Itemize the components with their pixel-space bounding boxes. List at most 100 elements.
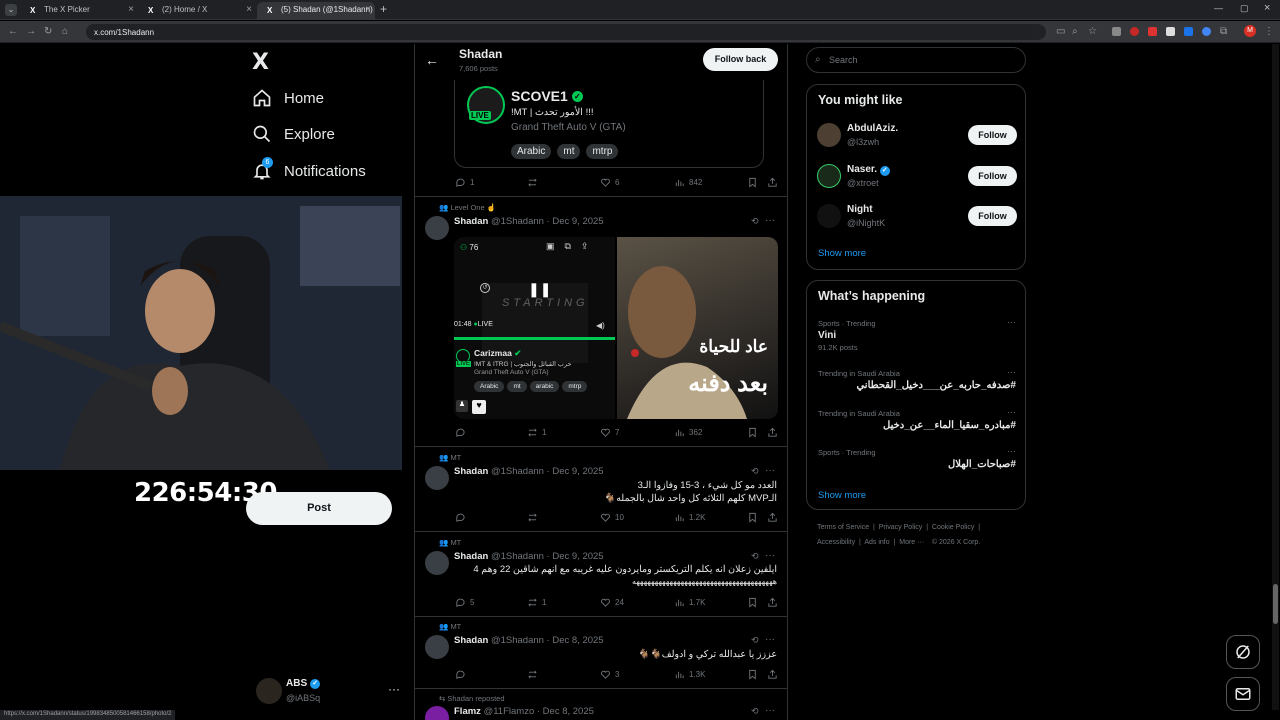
close-icon[interactable]: × — [246, 4, 252, 15]
like-button[interactable]: 6 — [600, 177, 619, 188]
follow-button[interactable]: Follow — [968, 166, 1017, 186]
more-icon[interactable]: ··· — [765, 465, 775, 476]
scrollbar-thumb[interactable] — [1273, 584, 1278, 624]
grok-icon[interactable]: ⟲ — [751, 635, 759, 646]
extension-icon[interactable] — [1148, 27, 1157, 36]
repost-button[interactable]: 1 — [527, 597, 546, 608]
reply-button[interactable] — [455, 427, 470, 438]
repost-button[interactable] — [527, 512, 542, 523]
messages-button[interactable] — [1226, 677, 1260, 711]
follow-button[interactable]: Follow — [968, 206, 1017, 226]
more-icon[interactable]: ··· — [1007, 317, 1016, 327]
bookmark-button[interactable] — [747, 177, 758, 188]
close-icon[interactable]: × — [365, 4, 371, 15]
avatar[interactable] — [425, 551, 449, 575]
extension-icon[interactable] — [1130, 27, 1139, 36]
views-button[interactable]: 1.3K — [674, 669, 705, 680]
nav-item-explore[interactable]: Explore — [252, 119, 335, 149]
new-tab-icon[interactable]: + — [380, 2, 387, 16]
extensions-puzzle-icon[interactable]: ⧉ — [1220, 26, 1227, 37]
tag-chip[interactable]: mt — [557, 144, 581, 159]
footer-link[interactable]: Cookie Policy — [932, 524, 974, 531]
avatar[interactable] — [425, 466, 449, 490]
home-icon[interactable]: ⌂ — [62, 26, 68, 37]
grok-icon[interactable]: ⟲ — [751, 551, 759, 562]
show-more-link[interactable]: Show more — [818, 248, 866, 259]
like-button[interactable]: 10 — [600, 512, 624, 523]
bookmark-star-icon[interactable]: ☆ — [1088, 26, 1097, 37]
extension-icon[interactable] — [1202, 27, 1211, 36]
more-icon[interactable]: ··· — [1007, 367, 1016, 377]
like-button[interactable]: 24 — [600, 597, 624, 608]
x-logo-icon[interactable]: X — [252, 50, 269, 75]
repost-button[interactable]: 1 — [527, 427, 546, 438]
reload-icon[interactable]: ↻ — [44, 26, 52, 37]
minimize-icon[interactable]: — — [1214, 3, 1223, 13]
share-button[interactable] — [767, 512, 778, 523]
bookmark-button[interactable] — [747, 427, 758, 438]
footer-link[interactable]: Accessibility — [817, 539, 855, 546]
browser-menu-icon[interactable]: ⋮ — [1264, 26, 1274, 37]
avatar[interactable] — [425, 635, 449, 659]
emote-icon[interactable]: ♟ — [456, 400, 468, 412]
tag-chip[interactable]: Arabic — [511, 144, 552, 159]
suggested-user[interactable]: AbdulAziz. @l3zwh Follow — [817, 123, 1017, 153]
more-icon[interactable]: ··· — [765, 634, 775, 645]
nav-item-notifications[interactable]: 6 Notifications — [252, 156, 366, 186]
browser-tab-2[interactable]: X (2) Home / X × — [138, 2, 256, 20]
bookmark-button[interactable] — [747, 512, 758, 523]
stream-card[interactable]: LIVE SCOVE1 ✓ !MT | الأمور تحدث !!! Gran… — [454, 80, 764, 168]
tag-chip[interactable]: mtrp — [586, 144, 619, 159]
profile-avatar[interactable]: M — [1244, 25, 1256, 37]
views-button[interactable]: 362 — [674, 427, 702, 438]
more-icon[interactable]: ··· — [765, 705, 775, 716]
footer-link[interactable]: Terms of Service — [817, 524, 869, 531]
share-button[interactable] — [767, 177, 778, 188]
replay-icon[interactable]: ↺ — [480, 283, 490, 293]
repost-button[interactable] — [527, 669, 542, 680]
grok-icon[interactable]: ⟲ — [751, 216, 759, 227]
reply-button[interactable]: 1 — [455, 177, 474, 188]
grok-icon[interactable]: ⟲ — [751, 466, 759, 477]
extension-icon[interactable] — [1166, 27, 1175, 36]
more-icon[interactable]: ··· — [765, 550, 775, 561]
show-more-link[interactable]: Show more — [818, 490, 866, 501]
bookmark-button[interactable] — [747, 669, 758, 680]
account-switcher[interactable]: ABS ✓ @iABSq ··· — [254, 676, 404, 710]
follow-button[interactable]: Follow — [968, 125, 1017, 145]
bookmark-button[interactable] — [747, 597, 758, 608]
trend-item[interactable]: Trending in Saudi Arabia #صدفه_حاربه_عن_… — [818, 367, 1016, 391]
page-scrollbar[interactable] — [1272, 44, 1279, 710]
tab-search-icon[interactable]: ⌄ — [5, 4, 17, 16]
footer-link[interactable]: Privacy Policy — [879, 524, 923, 531]
zoom-icon[interactable]: ⌕ — [1072, 26, 1078, 37]
views-button[interactable]: 842 — [674, 177, 702, 188]
share-button[interactable] — [767, 597, 778, 608]
search-input[interactable]: ⌕ Search — [806, 47, 1026, 73]
forward-arrow-icon[interactable]: → — [26, 26, 36, 37]
author-name[interactable]: Shadan — [454, 216, 488, 227]
footer-link[interactable]: Ads info — [864, 539, 889, 546]
share-button[interactable] — [767, 427, 778, 438]
player-controls-icons[interactable]: ▣⧉⇪ — [546, 241, 598, 252]
more-icon[interactable]: ··· — [388, 682, 400, 696]
back-arrow-icon[interactable]: ← — [8, 26, 18, 37]
trend-item[interactable]: Sports · Trending #صباحات_الهلال ··· — [818, 446, 1016, 470]
author-name[interactable]: Shadan — [454, 551, 488, 562]
footer-link[interactable]: More ··· — [899, 539, 924, 546]
suggested-user[interactable]: Naser. ✓ @xtroet Follow — [817, 164, 1017, 194]
trend-item[interactable]: Sports · Trending Vini 91.2K posts ··· — [818, 317, 1016, 352]
extension-icon[interactable] — [1184, 27, 1193, 36]
reply-button[interactable]: 5 — [455, 597, 474, 608]
author-name[interactable]: Shadan — [454, 466, 488, 477]
close-icon[interactable]: × — [128, 4, 134, 15]
reply-button[interactable] — [455, 512, 470, 523]
pause-icon[interactable]: ❚❚ — [528, 281, 551, 298]
nav-item-home[interactable]: Home — [252, 83, 324, 113]
like-button[interactable]: 3 — [600, 669, 619, 680]
browser-tab-1[interactable]: X The X Picker × — [20, 2, 138, 20]
repost-button[interactable] — [527, 177, 542, 188]
views-button[interactable]: 1.2K — [674, 512, 705, 523]
author-name[interactable]: Flamz — [454, 706, 481, 717]
post-button[interactable]: Post — [246, 492, 392, 525]
